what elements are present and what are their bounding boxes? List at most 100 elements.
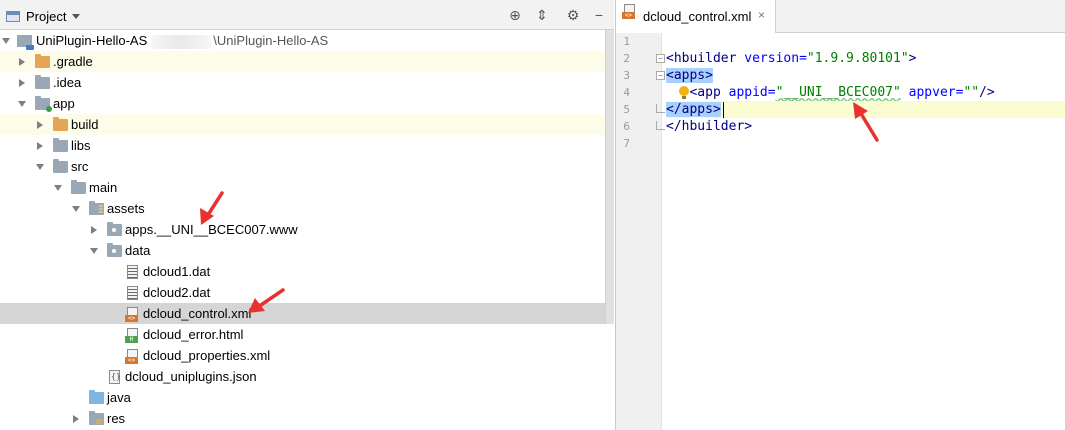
app-module-icon	[35, 96, 52, 112]
editor-tab[interactable]: <> dcloud_control.xml ×	[616, 0, 776, 33]
tree-row-gradle[interactable]: .gradle	[0, 51, 614, 72]
code-line-6[interactable]: </hbuilder>	[666, 118, 1065, 135]
xml-file-icon: <>	[622, 4, 635, 19]
tree-scrollbar[interactable]	[605, 30, 614, 324]
code-line-1[interactable]	[666, 33, 1065, 50]
tree-row-dcloud2-dat[interactable]: dcloud2.dat	[0, 282, 614, 303]
tree-row-idea[interactable]: .idea	[0, 72, 614, 93]
tree-row-label: dcloud_properties.xml	[143, 348, 271, 363]
tree-row-label: dcloud_error.html	[143, 327, 244, 342]
root-module-name: UniPlugin-Hello-AS	[36, 33, 148, 48]
code-line-3[interactable]: <apps>	[666, 67, 1065, 84]
tree-row-root[interactable]: UniPlugin-Hello-AS \UniPlugin-Hello-AS	[0, 30, 614, 51]
json-file-icon	[109, 370, 121, 384]
dat-file-icon	[127, 286, 138, 300]
project-panel-title: Project	[26, 8, 67, 24]
redacted-path	[151, 34, 212, 49]
tree-row-res[interactable]: res	[0, 408, 614, 429]
tree-row-label: java	[107, 390, 131, 405]
fold-end-icon[interactable]	[656, 104, 665, 113]
tree-row-java[interactable]: java	[0, 387, 614, 408]
tree-row-label: dcloud_uniplugins.json	[125, 369, 257, 384]
tree-row-main[interactable]: main	[0, 177, 614, 198]
tree-row-data[interactable]: data	[0, 240, 614, 261]
folder-icon	[107, 222, 122, 236]
close-icon[interactable]: ×	[758, 8, 765, 22]
tree-row-dcloud1-dat[interactable]: dcloud1.dat	[0, 261, 614, 282]
line-number: 2	[623, 52, 630, 65]
editor-panel: <> dcloud_control.xml × 1 2 3 4 5 6 7 − …	[615, 0, 1065, 430]
fold-marker-icon[interactable]: −	[656, 71, 665, 80]
project-panel-header: Project ⊕ ⇕ ⚙ −	[0, 0, 614, 30]
line-number: 3	[623, 69, 630, 82]
tree-row-dcloud-properties-xml[interactable]: <> dcloud_properties.xml	[0, 345, 614, 366]
hide-icon[interactable]: −	[591, 7, 607, 23]
expand-arrow-icon[interactable]	[91, 226, 97, 234]
project-tree[interactable]: UniPlugin-Hello-AS \UniPlugin-Hello-AS .g…	[0, 30, 614, 429]
expand-arrow-icon[interactable]	[19, 79, 25, 87]
tree-row-build[interactable]: build	[0, 114, 614, 135]
tree-row-assets[interactable]: assets	[0, 198, 614, 219]
tree-row-label-root: UniPlugin-Hello-AS \UniPlugin-Hello-AS	[36, 30, 328, 51]
xml-close: />	[979, 85, 995, 100]
expand-arrow-icon[interactable]	[18, 101, 26, 107]
fold-marker-icon[interactable]: −	[656, 54, 665, 63]
folder-icon	[71, 180, 86, 194]
assets-folder-icon	[89, 201, 104, 215]
tree-row-label: main	[89, 180, 118, 195]
project-view-selector[interactable]: Project	[6, 8, 81, 24]
code-line-5[interactable]: </apps>	[666, 101, 1065, 118]
tree-row-label: src	[71, 159, 89, 174]
code-line-7[interactable]	[666, 135, 1065, 152]
xml-open-tag: <app	[689, 85, 721, 100]
xml-file-icon: <>	[125, 307, 138, 322]
lightbulb-base	[682, 96, 686, 99]
fold-end-icon[interactable]	[656, 121, 665, 130]
module-icon	[17, 35, 34, 50]
expand-arrow-icon[interactable]	[72, 206, 80, 212]
tree-row-label: data	[125, 243, 151, 258]
project-tool-window: Project ⊕ ⇕ ⚙ − UniPlugin-Hello-AS \UniPl…	[0, 0, 614, 430]
tree-row-dcloud-uniplugins-json[interactable]: dcloud_uniplugins.json	[0, 366, 614, 387]
expand-arrow-icon[interactable]	[37, 142, 43, 150]
tree-row-app[interactable]: app	[0, 93, 614, 114]
lightbulb-icon[interactable]	[679, 86, 689, 100]
expand-arrow-icon[interactable]	[54, 185, 62, 191]
collapse-icon[interactable]: ⇕	[534, 7, 550, 23]
tree-row-label: dcloud_control.xml	[143, 306, 252, 321]
folder-blue-icon	[89, 390, 104, 404]
xml-attr: appid=	[728, 85, 776, 100]
editor-tab-label: dcloud_control.xml	[643, 9, 752, 24]
tree-row-src[interactable]: src	[0, 156, 614, 177]
code-line-4[interactable]: <app appid="__UNI__BCEC007" appver=""/>	[666, 84, 1065, 101]
locate-icon[interactable]: ⊕	[507, 7, 523, 23]
folder-orange-icon	[53, 117, 68, 131]
tree-row-dcloud-control-xml[interactable]: <> dcloud_control.xml	[0, 303, 614, 324]
tree-row-label: .idea	[53, 75, 82, 90]
tree-row-label: apps.__UNI__BCEC007.www	[125, 222, 298, 237]
expand-arrow-icon[interactable]	[90, 248, 98, 254]
expand-arrow-icon[interactable]	[2, 38, 10, 44]
tree-row-apps-www[interactable]: apps.__UNI__BCEC007.www	[0, 219, 614, 240]
code-line-2[interactable]: <hbuilder version="1.9.9.80101">	[666, 50, 1065, 67]
folder-icon	[107, 243, 122, 257]
text-caret	[723, 102, 724, 118]
expand-arrow-icon[interactable]	[37, 121, 43, 129]
code-editor[interactable]: <hbuilder version="1.9.9.80101"> <apps> …	[666, 33, 1065, 430]
tree-row-dcloud-error-html[interactable]: H dcloud_error.html	[0, 324, 614, 345]
line-number: 7	[623, 137, 630, 150]
xml-appid-value: "__UNI__BCEC007"	[775, 85, 901, 100]
gear-icon[interactable]: ⚙	[565, 7, 581, 23]
line-number: 4	[623, 86, 630, 99]
expand-arrow-icon[interactable]	[36, 164, 44, 170]
expand-arrow-icon[interactable]	[73, 415, 79, 423]
line-number: 1	[623, 35, 630, 48]
expand-arrow-icon[interactable]	[19, 58, 25, 66]
project-window-icon	[6, 10, 20, 22]
lightbulb-glass	[679, 86, 689, 96]
tree-row-libs[interactable]: libs	[0, 135, 614, 156]
res-folder-icon	[89, 411, 104, 425]
tree-row-label: dcloud1.dat	[143, 264, 211, 279]
chevron-down-icon[interactable]	[72, 13, 81, 19]
tree-row-label: .gradle	[53, 54, 93, 69]
